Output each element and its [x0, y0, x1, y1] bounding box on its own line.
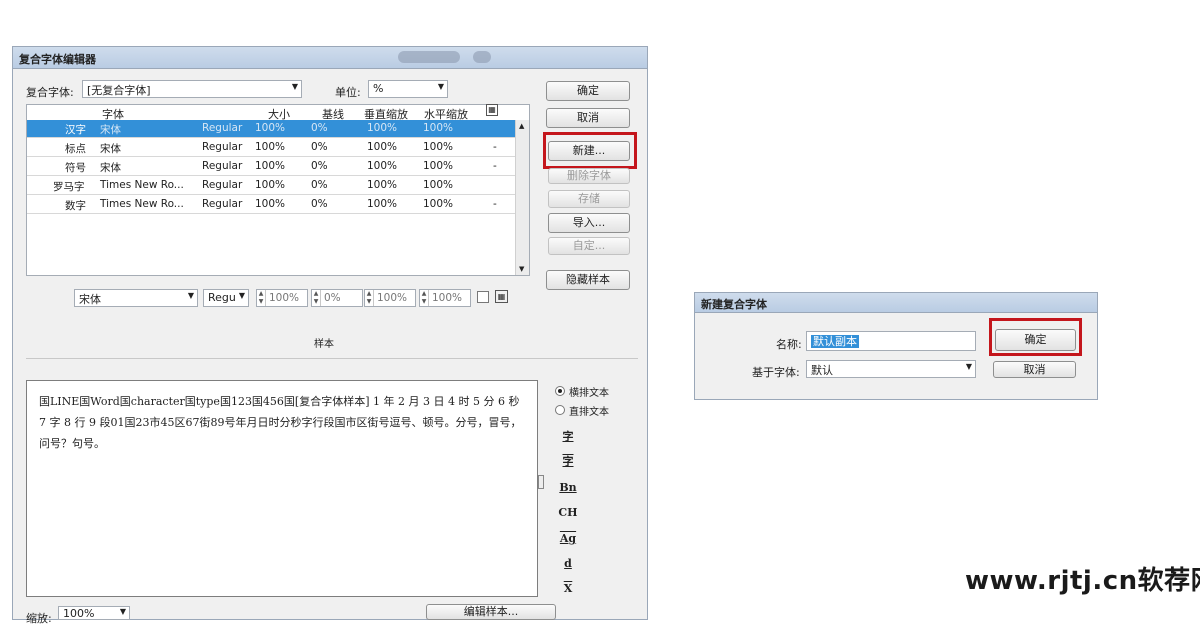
- chevron-down-icon: ▼: [291, 82, 298, 91]
- size-stepper[interactable]: ▲ ▼ 100%: [256, 289, 308, 307]
- baseline-icon[interactable]: Bn: [558, 481, 578, 494]
- dialog-title: 复合字体编辑器: [13, 47, 647, 69]
- based-on-label: 基于字体:: [752, 366, 800, 379]
- stepper-arrows-icon[interactable]: ▲ ▼: [365, 290, 374, 306]
- save-button[interactable]: 存储: [548, 190, 630, 208]
- grid-settings-icon[interactable]: ▦: [486, 104, 498, 116]
- font-family-select[interactable]: 宋体 ▼: [74, 289, 198, 307]
- hide-sample-button[interactable]: 隐藏样本: [546, 270, 630, 290]
- grid-settings-icon[interactable]: ▦: [495, 290, 508, 303]
- watermark: www.rjtj.cn软荐网: [965, 566, 1200, 596]
- vscale-stepper[interactable]: ▲ ▼ 100%: [364, 289, 416, 307]
- custom-button[interactable]: 自定...: [548, 237, 630, 255]
- hscale-stepper[interactable]: ▲ ▼ 100%: [419, 289, 471, 307]
- stepper-arrows-icon[interactable]: ▲ ▼: [312, 290, 321, 306]
- edit-sample-button[interactable]: 编辑样本...: [426, 604, 556, 620]
- zoom-label: 缩放:: [26, 612, 52, 625]
- ok-button[interactable]: 确定: [546, 81, 630, 101]
- table-row[interactable]: 汉字 宋体 Regular 100% 0% 100% 100%: [27, 120, 515, 138]
- new-dialog-cancel-button[interactable]: 取消: [993, 361, 1076, 378]
- based-on-select[interactable]: 默认 ▼: [806, 360, 976, 378]
- stepper-arrows-icon[interactable]: ▲ ▼: [257, 290, 266, 306]
- sample-scroll-handle[interactable]: [538, 475, 544, 489]
- table-row[interactable]: 罗马字 Times New Ro... Regular 100% 0% 100%…: [27, 177, 515, 195]
- chevron-down-icon: ▼: [965, 362, 972, 371]
- descender-icon[interactable]: d: [558, 557, 578, 570]
- horizontal-text-label: 横排文本: [569, 388, 609, 399]
- chevron-down-icon: ▼: [187, 291, 194, 300]
- horizontal-text-radio[interactable]: [555, 386, 565, 396]
- units-label: 单位:: [335, 86, 361, 99]
- ascender-icon[interactable]: Ag: [558, 532, 578, 545]
- blurred-title-area: [398, 51, 460, 63]
- dialog-title: 新建复合字体: [695, 293, 1097, 313]
- new-button[interactable]: 新建...: [548, 141, 630, 161]
- cap-height-icon[interactable]: CH: [558, 506, 578, 519]
- composite-font-select[interactable]: [无复合字体] ▼: [82, 80, 302, 98]
- sample-label: 样本: [314, 339, 334, 350]
- table-row[interactable]: 符号 宋体 Regular 100% 0% 100% 100% -: [27, 158, 515, 176]
- x-height-icon[interactable]: X: [558, 582, 578, 595]
- table-row[interactable]: 数字 Times New Ro... Regular 100% 0% 100% …: [27, 196, 515, 214]
- chevron-down-icon: ▼: [437, 82, 444, 91]
- sample-text-area[interactable]: 国LINE国Word国character国type国123国456国[复合字体样…: [26, 380, 538, 597]
- name-input[interactable]: 默认副本: [806, 331, 976, 351]
- delete-font-button[interactable]: 删除字体: [548, 168, 630, 184]
- zoom-select[interactable]: 100% ▼: [58, 606, 130, 620]
- apply-checkbox[interactable]: [477, 291, 489, 303]
- ideographic-box-icon[interactable]: 字: [558, 453, 578, 469]
- table-scrollbar[interactable]: ▲ ▼: [515, 120, 529, 275]
- blurred-title-area: [473, 51, 491, 63]
- scroll-up-icon[interactable]: ▲: [519, 122, 524, 130]
- cancel-button[interactable]: 取消: [546, 108, 630, 128]
- chevron-down-icon: ▼: [119, 607, 126, 616]
- table-row[interactable]: 标点 宋体 Regular 100% 0% 100% 100% -: [27, 139, 515, 157]
- stepper-arrows-icon[interactable]: ▲ ▼: [420, 290, 429, 306]
- vertical-text-radio[interactable]: [555, 405, 565, 415]
- baseline-stepper[interactable]: ▲ ▼ 0%: [311, 289, 363, 307]
- divider: [26, 358, 638, 359]
- units-select[interactable]: % ▼: [368, 80, 448, 98]
- vertical-text-label: 直排文本: [569, 407, 609, 418]
- name-label: 名称:: [776, 338, 802, 351]
- em-box-icon[interactable]: 字: [558, 428, 578, 444]
- font-style-select[interactable]: Regu ▼: [203, 289, 249, 307]
- scroll-down-icon[interactable]: ▼: [519, 265, 524, 273]
- chevron-down-icon: ▼: [238, 291, 245, 300]
- import-button[interactable]: 导入...: [548, 213, 630, 233]
- composite-font-label: 复合字体:: [26, 86, 74, 99]
- new-dialog-ok-button[interactable]: 确定: [995, 329, 1076, 351]
